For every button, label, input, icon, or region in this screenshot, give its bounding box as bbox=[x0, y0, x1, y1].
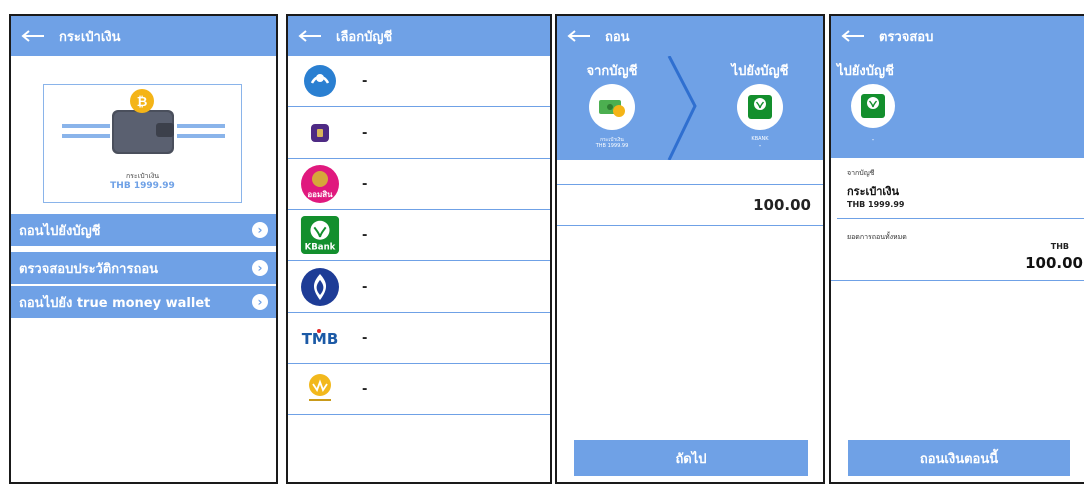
review-screen: ตรวจสอบ ไปยังบัญชี - จากบัญชี กระเป๋าเงิ… bbox=[829, 14, 1084, 484]
bank-account-value: - bbox=[362, 279, 368, 295]
svg-text:₿: ₿ bbox=[137, 95, 148, 110]
wallet-card: ₿ กระเป๋าเงิน THB 1999.99 bbox=[43, 84, 242, 203]
withdraw-now-button[interactable]: ถอนเงินตอนนี้ bbox=[848, 440, 1070, 476]
chevron-right-icon: › bbox=[252, 294, 268, 310]
chevron-right-icon: › bbox=[252, 222, 268, 238]
withdraw-history-button[interactable]: ตรวจสอบประวัติการถอน › bbox=[11, 252, 276, 284]
krungsri-logo-icon bbox=[300, 61, 340, 101]
to-account-label: ไปยังบัญชี bbox=[731, 64, 789, 79]
menu-label: ถอนไปยัง true money wallet bbox=[19, 295, 211, 311]
bank-option-krungsri[interactable]: - bbox=[288, 56, 550, 107]
from-account-name: กระเป๋าเงิน bbox=[847, 185, 900, 198]
menu-label: ถอนไปยังบัญชี bbox=[19, 223, 101, 239]
total-amount: 100.00 bbox=[1025, 254, 1083, 272]
chevron-right-icon: › bbox=[252, 260, 268, 276]
withdraw-screen: ถอน จากบัญชี กระเป๋าเงิน THB 1999.99 ไปย… bbox=[555, 14, 825, 484]
page-title: เลือกบัญชี bbox=[336, 29, 393, 45]
select-account-screen: เลือกบัญชี - - ออมสิน - KBank - - TMB - bbox=[286, 14, 552, 484]
bank-account-value: - bbox=[362, 227, 368, 243]
bank-account-value: - bbox=[362, 381, 368, 397]
wallet-screen: กระเป๋าเงิน ₿ กระเป๋าเงิน THB 1999.99 ถอ… bbox=[9, 14, 278, 484]
currency-label: THB bbox=[1050, 242, 1069, 251]
gsb-logo-text: ออมสิน bbox=[307, 190, 333, 199]
wallet-money-icon bbox=[589, 84, 635, 130]
page-title: ถอน bbox=[605, 29, 630, 45]
kbank-logo-text: KBank bbox=[305, 242, 336, 252]
next-button[interactable]: ถัดไป bbox=[574, 440, 808, 476]
from-account-balance: THB 1999.99 bbox=[847, 200, 905, 209]
gsb-logo-icon: ออมสิน bbox=[300, 164, 340, 204]
select-account-header: เลือกบัญชี bbox=[288, 16, 550, 56]
bangkok-bank-logo-icon bbox=[300, 267, 340, 307]
back-arrow-icon[interactable] bbox=[841, 30, 871, 42]
bank-option-gsb[interactable]: ออมสิน - bbox=[288, 159, 550, 210]
review-header: ตรวจสอบ bbox=[831, 16, 1084, 56]
back-arrow-icon[interactable] bbox=[21, 30, 51, 42]
divider bbox=[837, 218, 1084, 219]
transfer-summary: จากบัญชี กระเป๋าเงิน THB 1999.99 ไปยังบั… bbox=[557, 56, 823, 160]
page-title: ตรวจสอบ bbox=[879, 29, 934, 45]
bank-account-value: - bbox=[362, 73, 368, 89]
withdraw-to-account-button[interactable]: ถอนไปยังบัญชี › bbox=[11, 214, 276, 246]
page-title: กระเป๋าเงิน bbox=[59, 29, 121, 45]
back-arrow-icon[interactable] bbox=[567, 30, 597, 42]
bank-account-value: - bbox=[362, 125, 368, 141]
bank-account-value: - bbox=[362, 176, 368, 192]
krungthai-logo-icon bbox=[300, 369, 340, 409]
amount-input[interactable]: 100.00 bbox=[557, 184, 823, 226]
bank-option-bangkok-bank[interactable]: - bbox=[288, 262, 550, 313]
total-caption: ยอดการถอนทั้งหมด bbox=[847, 233, 907, 241]
scb-logo-icon bbox=[300, 113, 340, 153]
bank-account-value: - bbox=[362, 330, 368, 346]
wallet-balance: THB 1999.99 bbox=[110, 181, 175, 191]
kbank-logo-icon bbox=[737, 84, 783, 130]
from-account-balance: THB 1999.99 bbox=[595, 143, 629, 149]
from-account-caption: จากบัญชี bbox=[847, 169, 875, 177]
kbank-logo-icon: KBank bbox=[300, 215, 340, 255]
withdraw-header: ถอน bbox=[557, 16, 823, 56]
bank-option-kbank[interactable]: KBank - bbox=[288, 210, 550, 261]
from-account-label: จากบัญชี bbox=[586, 64, 638, 79]
menu-label: ตรวจสอบประวัติการถอน bbox=[19, 261, 159, 277]
divider bbox=[831, 157, 1084, 158]
kbank-logo-icon bbox=[851, 84, 895, 128]
bank-option-tmb[interactable]: TMB - bbox=[288, 313, 550, 364]
wallet-header: กระเป๋าเงิน bbox=[11, 16, 276, 56]
to-account-value: - bbox=[758, 142, 762, 150]
to-account-label: ไปยังบัญชี bbox=[837, 64, 894, 79]
withdraw-to-truemoney-button[interactable]: ถอนไปยัง true money wallet › bbox=[11, 286, 276, 318]
tmb-logo-icon: TMB bbox=[300, 318, 340, 358]
bank-option-scb[interactable]: - bbox=[288, 108, 550, 159]
back-arrow-icon[interactable] bbox=[298, 30, 328, 42]
amount-value: 100.00 bbox=[753, 196, 811, 214]
destination-summary: ไปยังบัญชี - bbox=[831, 56, 1084, 157]
to-account-value: - bbox=[871, 136, 875, 144]
divider bbox=[831, 280, 1084, 281]
bank-option-krungthai[interactable]: - bbox=[288, 364, 550, 415]
